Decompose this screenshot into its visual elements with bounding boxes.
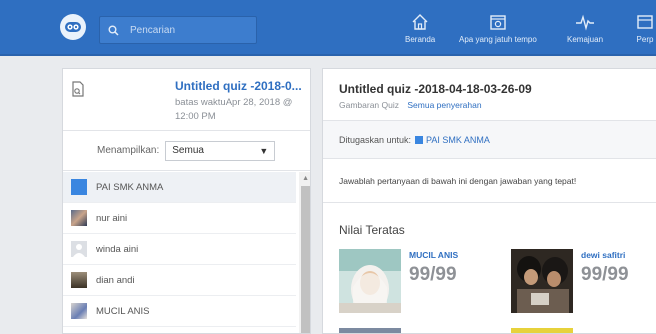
student-name: winda aini (96, 243, 139, 255)
calendar-icon (489, 12, 507, 32)
quiz-title-link[interactable]: Untitled quiz -2018-0... (175, 79, 307, 93)
quiz-instruction: Jawablah pertanyaan di bawah ini dengan … (323, 159, 656, 203)
assigned-label: Ditugaskan untuk: (339, 134, 412, 145)
list-item[interactable]: PAI SMK ANMA (63, 172, 296, 203)
nav-due[interactable]: Apa yang jatuh tempo (459, 12, 537, 52)
list-scrollbar[interactable]: ▲ (299, 172, 310, 333)
filter-row: Menampilkan: Semua ▼ (63, 131, 310, 171)
filter-label: Menampilkan: (97, 145, 160, 156)
quiz-due-date: batas waktuApr 28, 2018 @ 12:00 PM (175, 97, 293, 122)
avatar (339, 249, 401, 313)
detail-header: Untitled quiz -2018-04-18-03-26-09 Gamba… (323, 69, 656, 121)
filter-selected-value: Semua (172, 145, 204, 156)
list-item[interactable]: dian andi (63, 265, 296, 296)
chevron-down-icon: ▼ (259, 145, 269, 156)
search-box[interactable] (99, 16, 257, 44)
student-name: dian andi (96, 274, 135, 286)
assigned-to-row: Ditugaskan untuk: PAI SMK ANMA (323, 121, 656, 159)
top-scores-heading: Nilai Teratas (339, 223, 405, 237)
top-score-card[interactable]: dewi safitri 99/99 (511, 249, 656, 313)
avatar (511, 249, 573, 313)
group-icon (71, 179, 87, 195)
student-name: PAI SMK ANMA (96, 181, 164, 193)
filter-dropdown[interactable]: Semua ▼ (165, 140, 276, 161)
nav-library-label: Perp (636, 35, 654, 44)
search-input[interactable] (130, 24, 250, 36)
scrollbar-thumb[interactable] (301, 186, 310, 333)
nav-home-label: Beranda (405, 35, 436, 44)
student-name: MUCIL ANIS (96, 305, 150, 317)
quiz-header[interactable]: Untitled quiz -2018-0... batas waktuApr … (63, 69, 310, 131)
nav-library[interactable]: Perp (636, 12, 654, 52)
list-item[interactable]: nur aini (63, 203, 296, 234)
detail-subtitle-row: Gambaran Quiz Semua penyerahan (339, 100, 482, 110)
top-score-name[interactable]: MUCIL ANIS (409, 250, 458, 260)
scroll-up-icon[interactable]: ▲ (302, 175, 309, 182)
next-avatar-partial (339, 328, 401, 333)
next-avatar-partial (511, 328, 573, 333)
top-score-name[interactable]: dewi safitri (581, 250, 625, 260)
library-icon (636, 12, 654, 32)
list-item[interactable]: MUCIL ANIS (63, 296, 296, 327)
detail-title: Untitled quiz -2018-04-18-03-26-09 (339, 82, 532, 96)
top-score-value: 99/99 (409, 264, 457, 285)
quiz-submissions-panel: Untitled quiz -2018-0... batas waktuApr … (62, 68, 311, 334)
nav-progress-label: Kemajuan (567, 35, 604, 44)
top-navigation-bar: Beranda Apa yang jatuh tempo Kemajuan Pe… (0, 0, 656, 56)
app-logo-icon[interactable] (60, 14, 86, 40)
quiz-document-icon (71, 81, 85, 102)
avatar (71, 303, 87, 319)
avatar (71, 272, 87, 288)
nav-due-label: Apa yang jatuh tempo (459, 35, 537, 44)
list-item[interactable]: winda aini (63, 234, 296, 265)
home-icon (411, 12, 429, 32)
assigned-group-link[interactable]: PAI SMK ANMA (426, 135, 490, 145)
student-name: nur aini (96, 212, 128, 224)
nav-progress[interactable]: Kemajuan (567, 12, 603, 52)
nav-home[interactable]: Beranda (405, 12, 435, 52)
pulse-icon (575, 12, 595, 32)
quiz-detail-panel: Untitled quiz -2018-04-18-03-26-09 Gamba… (322, 68, 656, 334)
top-score-card[interactable]: MUCIL ANIS 99/99 (339, 249, 489, 313)
default-avatar-icon (71, 241, 87, 257)
group-icon (415, 135, 424, 144)
top-score-value: 99/99 (581, 264, 629, 285)
search-icon (108, 23, 122, 37)
student-list: PAI SMK ANMA nur aini winda aini dian an… (63, 172, 310, 333)
quiz-overview-tab[interactable]: Gambaran Quiz (339, 100, 399, 110)
avatar (71, 210, 87, 226)
all-submissions-link[interactable]: Semua penyerahan (407, 100, 481, 110)
